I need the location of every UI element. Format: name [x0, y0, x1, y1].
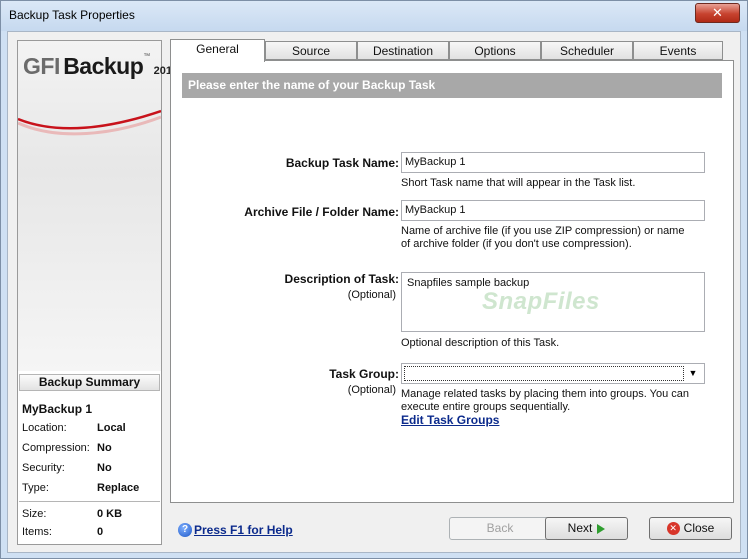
close-icon: ✕	[666, 522, 680, 536]
tab-options[interactable]: Options	[449, 41, 541, 60]
tab-scheduler[interactable]: Scheduler	[541, 41, 633, 60]
summary-security-value: No	[97, 462, 112, 474]
summary-compression-value: No	[97, 442, 112, 454]
window-title: Backup Task Properties	[9, 8, 135, 22]
arrow-right-icon	[597, 523, 606, 534]
help-link[interactable]: Press F1 for Help	[194, 523, 293, 537]
task-group-focus-rect	[404, 366, 684, 381]
tab-events[interactable]: Events	[633, 41, 723, 60]
logo-area: GFI Backup™ 2011	[18, 41, 178, 371]
tab-general[interactable]: General	[170, 39, 265, 62]
summary-compression-label: Compression:	[22, 442, 90, 454]
section-banner: Please enter the name of your Backup Tas…	[182, 73, 722, 98]
archive-hint-line1: Name of archive file (if you use ZIP com…	[401, 225, 685, 237]
task-name-input[interactable]: MyBackup 1	[401, 152, 705, 173]
back-button[interactable]: Back	[449, 517, 551, 540]
chevron-down-icon[interactable]: ▼	[685, 367, 701, 380]
general-tab-panel: Please enter the name of your Backup Tas…	[170, 60, 734, 503]
summary-panel: GFI Backup™ 2011 Backup Summary MyBackup…	[17, 40, 178, 545]
task-group-select[interactable]: ▼	[401, 363, 705, 384]
close-label: Close	[683, 521, 715, 535]
gfi-backup-logo: GFI Backup™ 2011	[23, 53, 178, 79]
summary-security-label: Security:	[22, 462, 65, 474]
task-group-hint-line1: Manage related tasks by placing them int…	[401, 388, 690, 400]
summary-size-value: 0 KB	[97, 508, 123, 520]
summary-items-label: Items:	[22, 526, 52, 538]
description-label: Description of Task:	[284, 272, 399, 286]
summary-header: Backup Summary	[19, 374, 160, 391]
summary-location-value: Local	[97, 422, 126, 434]
next-label: Next	[567, 521, 593, 535]
help-link-group[interactable]: ? Press F1 for Help	[178, 522, 293, 537]
dialog-window: Backup Task Properties ✕ GFI Backup™ 201…	[0, 0, 748, 559]
summary-size-label: Size:	[22, 508, 47, 520]
archive-name-input[interactable]: MyBackup 1	[401, 200, 705, 221]
dialog-client: GFI Backup™ 2011 Backup Summary MyBackup…	[7, 31, 741, 553]
task-group-optional: (Optional)	[347, 384, 396, 396]
summary-task-name: MyBackup 1	[22, 402, 93, 416]
tab-source[interactable]: Source	[265, 41, 357, 60]
next-button[interactable]: Next	[545, 517, 628, 540]
description-optional: (Optional)	[347, 289, 396, 301]
help-icon: ?	[178, 522, 192, 537]
archive-name-label: Archive File / Folder Name:	[244, 205, 399, 219]
archive-hint-line2: of archive folder (if you don't use comp…	[401, 238, 632, 250]
title-bar: Backup Task Properties ✕	[1, 1, 747, 31]
task-group-label: Task Group:	[329, 367, 399, 381]
tab-destination[interactable]: Destination	[357, 41, 449, 60]
close-button[interactable]: ✕ Close	[649, 517, 732, 540]
description-hint: Optional description of this Task.	[401, 337, 560, 349]
summary-divider	[19, 501, 160, 502]
task-name-hint: Short Task name that will appear in the …	[401, 177, 636, 189]
edit-task-groups-link[interactable]: Edit Task Groups	[401, 413, 499, 427]
description-textarea[interactable]: Snapfiles sample backup SnapFiles	[401, 272, 705, 332]
window-close-button[interactable]: ✕	[695, 3, 740, 23]
summary-location-label: Location:	[22, 422, 67, 434]
summary-items-value: 0	[97, 526, 104, 538]
summary-type-value: Replace	[97, 482, 140, 494]
logo-swoosh	[18, 109, 161, 136]
snapfiles-watermark: SnapFiles	[482, 288, 600, 315]
summary-type-label: Type:	[22, 482, 49, 494]
task-name-label: Backup Task Name:	[285, 156, 399, 170]
